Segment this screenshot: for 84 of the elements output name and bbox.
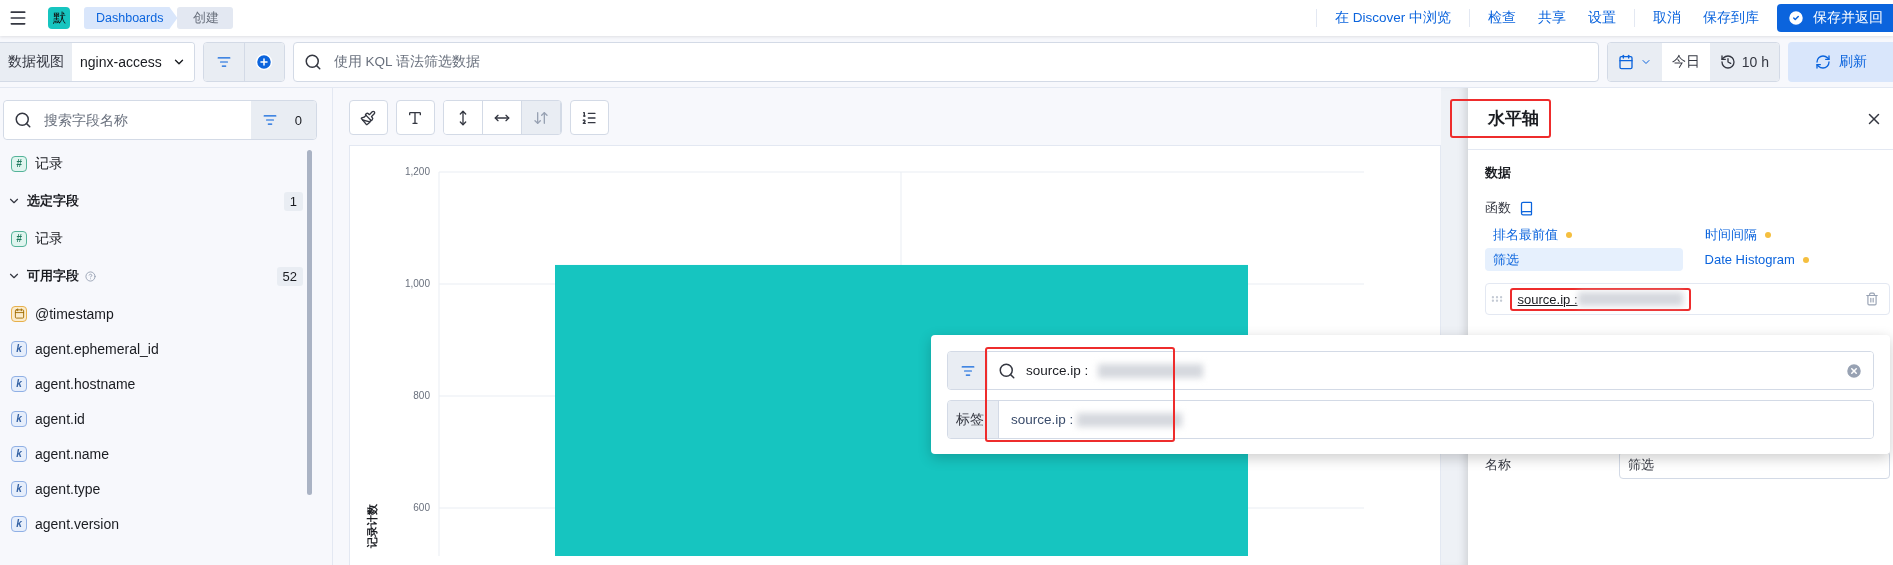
function-option[interactable]: 时间间隔 [1696, 223, 1890, 246]
check-circle-icon [1787, 9, 1805, 27]
style-button[interactable] [348, 100, 388, 135]
paintbrush-icon [360, 109, 377, 126]
function-option[interactable]: 筛选 [1484, 248, 1683, 271]
section-title[interactable]: 选定字段 [27, 192, 79, 210]
plus-circle-icon [255, 52, 274, 71]
date-type-icon [11, 305, 27, 322]
field-name[interactable]: agent.hostname [35, 375, 136, 392]
number-type-icon: # [11, 230, 27, 247]
panel-title: 水平轴 [1486, 108, 1539, 130]
field-name[interactable]: agent.id [35, 410, 85, 427]
search-icon [998, 361, 1016, 380]
filter-item[interactable]: source.ip : [1484, 283, 1890, 315]
refresh-icon [1814, 53, 1831, 70]
header-link[interactable]: 保存到库 [1703, 9, 1759, 27]
status-dot [1764, 231, 1771, 238]
keyword-type-icon: k [11, 375, 27, 392]
keyword-type-icon: k [11, 445, 27, 462]
tick-label: 1,000 [404, 278, 430, 289]
horizontal-arrows-button[interactable] [482, 101, 522, 134]
legend-button[interactable] [569, 100, 609, 135]
breadcrumb[interactable]: 创建 [177, 7, 234, 29]
functions-label: 函数 [1484, 200, 1511, 217]
field-name[interactable]: agent.name [35, 445, 109, 462]
number-type-icon: # [11, 155, 27, 172]
field-count: 1 [283, 191, 303, 211]
axis-title: 记录计数 [365, 504, 378, 549]
label-prefix: 标签 [948, 401, 998, 438]
filter-query-input[interactable]: source.ip : [1026, 363, 1089, 378]
header-link[interactable]: 设置 [1588, 9, 1616, 27]
clock-arrow-icon [1719, 53, 1736, 70]
refresh-interval-button[interactable]: 10 h [1709, 42, 1779, 81]
field-name[interactable]: @timestamp [35, 305, 114, 322]
field-count: 52 [276, 266, 303, 286]
suggestion-item[interactable]: source.ip : [998, 401, 1873, 438]
vertical-arrows-button[interactable] [443, 101, 483, 134]
query-input[interactable]: 使用 KQL 语法筛选数据 [331, 53, 1588, 70]
tick-label: 600 [412, 502, 430, 513]
section-heading: 数据 [1484, 164, 1512, 182]
header-link[interactable]: 在 Discover 中浏览 [1335, 9, 1451, 27]
keyword-type-icon: k [11, 515, 27, 532]
title-button[interactable] [395, 100, 435, 135]
filter-button[interactable] [948, 352, 988, 389]
status-dot [1802, 256, 1809, 263]
text-icon [407, 109, 424, 126]
scrollbar[interactable] [306, 150, 312, 495]
name-label: 名称 [1484, 456, 1512, 474]
keyword-type-icon: k [11, 410, 27, 427]
filter-icon [961, 363, 975, 378]
field-name[interactable]: agent.type [35, 480, 101, 497]
save-and-return-button[interactable]: 保存并返回 [1777, 4, 1893, 32]
breadcrumb[interactable]: Dashboards [84, 7, 178, 29]
field-name[interactable]: agent.version [35, 515, 120, 532]
add-filter-button[interactable] [243, 42, 284, 81]
delete-icon[interactable] [1865, 292, 1879, 306]
menu-icon[interactable] [8, 8, 28, 28]
keyword-type-icon: k [11, 480, 27, 497]
up-down-arrows-icon [532, 109, 549, 126]
list-icon [581, 109, 598, 126]
refresh-button[interactable]: 刷新 [1788, 41, 1893, 82]
tick-label: 800 [412, 390, 430, 401]
filter-link[interactable]: source.ip : [1517, 291, 1578, 307]
function-option[interactable]: 排名最前值 [1484, 223, 1683, 246]
clear-icon[interactable] [1845, 361, 1863, 380]
section-title[interactable]: 可用字段 [27, 267, 79, 285]
data-view-label: 数据视图 [0, 42, 72, 81]
header-link[interactable]: 取消 [1653, 9, 1681, 27]
date-picker-button[interactable] [1607, 42, 1662, 81]
filter-icon [216, 54, 231, 69]
field-name[interactable]: 记录 [35, 154, 63, 173]
field-name[interactable]: agent.ephemeral_id [35, 340, 159, 357]
space-avatar[interactable]: 默 [48, 7, 70, 29]
keyword-type-icon: k [11, 340, 27, 357]
header-link[interactable]: 共享 [1538, 9, 1566, 27]
function-option[interactable]: Date Histogram [1696, 248, 1890, 271]
book-icon[interactable] [1518, 201, 1534, 216]
calendar-icon [1617, 53, 1634, 70]
tick-label: 1,200 [404, 166, 430, 177]
field-name[interactable]: 记录 [35, 229, 63, 248]
header-link[interactable]: 检查 [1488, 9, 1516, 27]
query-field[interactable]: 使用 KQL 语法筛选数据 [292, 41, 1599, 82]
search-icon [303, 52, 322, 71]
status-dot [1565, 231, 1572, 238]
